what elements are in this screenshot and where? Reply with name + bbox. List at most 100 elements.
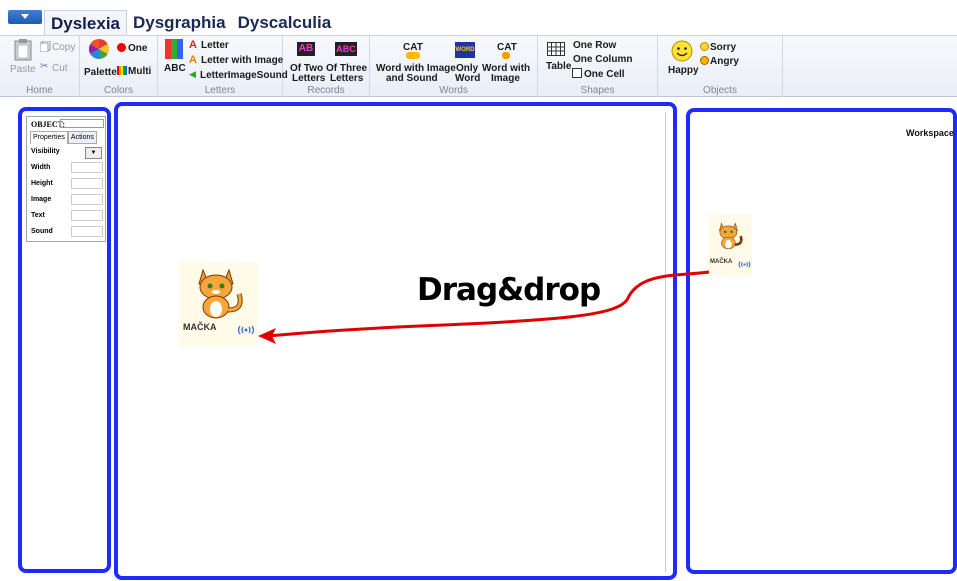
cat-word-card[interactable]: MAČKA: [179, 262, 258, 346]
abc-label: ABC: [164, 63, 186, 74]
word-with-image-and-sound-button[interactable]: CAT Word with Image and Sound: [374, 39, 456, 84]
tab-bar: Dyslexia Dysgraphia Dyscalculia: [0, 0, 957, 36]
letter-with-image-button[interactable]: A Letter with Image: [189, 54, 283, 66]
sound-field[interactable]: [71, 226, 103, 237]
chevron-down-icon: ▼: [90, 150, 97, 156]
group-label-colors: Colors: [104, 85, 133, 96]
cat-icon: [718, 222, 743, 250]
wwi-label-2: Image: [491, 73, 520, 84]
prop-visibility-label: Visibility: [31, 148, 60, 155]
copy-icon: [40, 41, 51, 52]
letter-image-icon: A: [189, 54, 197, 66]
clipboard-icon: [14, 39, 32, 61]
tab-dyslexia[interactable]: Dyslexia: [44, 10, 127, 36]
group-colors: Palette One Multi Colors: [80, 36, 158, 97]
angry-button[interactable]: Angry: [700, 55, 744, 67]
cat-small-icon: [502, 52, 510, 59]
prop-image-label: Image: [31, 196, 52, 203]
ribbon-tabs: Dyslexia Dysgraphia Dyscalculia: [44, 10, 337, 36]
cut-label: Cut: [52, 63, 68, 74]
app-menu-button[interactable]: [8, 10, 42, 24]
letter-with-image-label: Letter with Image: [201, 55, 284, 66]
properties-panel: OBJECT: Properties Actions Visibility ▼ …: [26, 116, 106, 242]
sorry-face-icon: [700, 42, 709, 51]
group-label-shapes: Shapes: [580, 85, 615, 96]
image-field[interactable]: [71, 194, 103, 205]
workspace-title: Workspace: [906, 128, 954, 138]
abc-blocks-icon: [165, 39, 183, 59]
workspace-pane: [686, 108, 957, 574]
table-label: Table: [546, 61, 572, 72]
prop-height-label: Height: [31, 180, 53, 187]
happy-button[interactable]: Happy: [666, 39, 699, 81]
one-column-label: One Column: [573, 54, 633, 65]
group-letters: ABC A Letter A Letter with Image ◀ Lette…: [158, 36, 288, 97]
letter-a-icon: A: [189, 39, 197, 51]
one-cell-button[interactable]: One Cell: [572, 67, 632, 80]
one-column-button[interactable]: One Column: [572, 53, 632, 65]
palette-button[interactable]: Palette: [83, 39, 117, 79]
text-field[interactable]: [71, 210, 103, 221]
copy-label: Copy: [52, 42, 76, 53]
palette-icon: [89, 39, 109, 59]
height-field[interactable]: [71, 178, 103, 189]
cell-icon: [572, 68, 582, 78]
workspace-cat-card[interactable]: MAČKA: [708, 214, 752, 276]
multicolor-bars-icon: [117, 66, 127, 75]
tab-properties[interactable]: Properties: [30, 131, 68, 144]
angry-label: Angry: [710, 56, 739, 67]
group-objects: Happy Sorry Angry Objects: [658, 36, 783, 97]
letter-image-sound-button[interactable]: ◀ LetterImageSound: [189, 69, 288, 81]
paste-label: Paste: [10, 64, 36, 75]
prop-width-label: Width: [31, 164, 51, 171]
group-label-records: Records: [307, 85, 345, 96]
red-dot-icon: [117, 43, 126, 52]
width-field[interactable]: [71, 162, 103, 173]
visibility-dropdown[interactable]: ▼: [85, 147, 102, 159]
only-word-button[interactable]: WORD Only Word: [452, 39, 481, 84]
of-two-letters-button[interactable]: AB Of Two Letters: [288, 39, 325, 84]
tab-actions[interactable]: Actions: [67, 131, 97, 144]
scissors-icon: ✂: [40, 61, 49, 72]
angry-face-icon: [700, 56, 709, 65]
group-label-letters: Letters: [204, 85, 236, 96]
group-label-objects: Objects: [703, 85, 737, 96]
paste-button[interactable]: Paste: [6, 39, 36, 79]
speaker-icon: ◀: [189, 69, 196, 79]
sound-icon[interactable]: [738, 260, 751, 269]
workspace-cat-word: MAČKA: [710, 259, 733, 265]
only-label-2: Word: [455, 73, 481, 84]
sorry-button[interactable]: Sorry: [700, 41, 744, 53]
object-name-field[interactable]: [60, 119, 104, 128]
multi-color-button[interactable]: Multi: [117, 65, 157, 78]
app-window: Dyslexia Dysgraphia Dyscalculia Paste Co…: [0, 0, 957, 581]
happy-face-icon: [671, 40, 693, 62]
properties-tabs: Properties Actions: [30, 131, 97, 144]
group-label-words: Words: [439, 85, 468, 96]
sound-icon[interactable]: [237, 324, 255, 336]
group-records: AB Of Two Letters ABC Of Three Letters R…: [283, 36, 370, 97]
cut-button[interactable]: ✂ Cut: [40, 61, 76, 75]
of-three-letters-button[interactable]: ABC Of Three Letters: [326, 39, 367, 84]
word-with-image-button[interactable]: CAT Word with Image: [482, 39, 534, 84]
prop-sound-label: Sound: [31, 228, 53, 235]
tab-dysgraphia[interactable]: Dysgraphia: [127, 10, 232, 36]
of-three-label-2: Letters: [330, 73, 364, 84]
table-button[interactable]: Table: [544, 42, 572, 78]
one-row-button[interactable]: One Row: [572, 39, 632, 51]
multi-label: Multi: [128, 66, 152, 77]
copy-button[interactable]: Copy: [40, 41, 76, 55]
abc-button[interactable]: ABC: [161, 39, 187, 79]
tab-dyscalculia[interactable]: Dyscalculia: [232, 10, 338, 36]
happy-label: Happy: [668, 65, 699, 76]
palette-label: Palette: [84, 67, 117, 78]
cat-card-word: MAČKA: [183, 322, 217, 332]
cat-sound-icon: [406, 52, 420, 59]
letter-button[interactable]: A Letter: [189, 39, 249, 51]
cat-icon: [198, 268, 243, 319]
sorry-label: Sorry: [710, 42, 737, 53]
group-label-home: Home: [26, 85, 53, 96]
group-shapes: Table One Row One Column One Cell Shapes: [538, 36, 658, 97]
prop-text-label: Text: [31, 212, 45, 219]
one-color-button[interactable]: One: [117, 42, 155, 55]
